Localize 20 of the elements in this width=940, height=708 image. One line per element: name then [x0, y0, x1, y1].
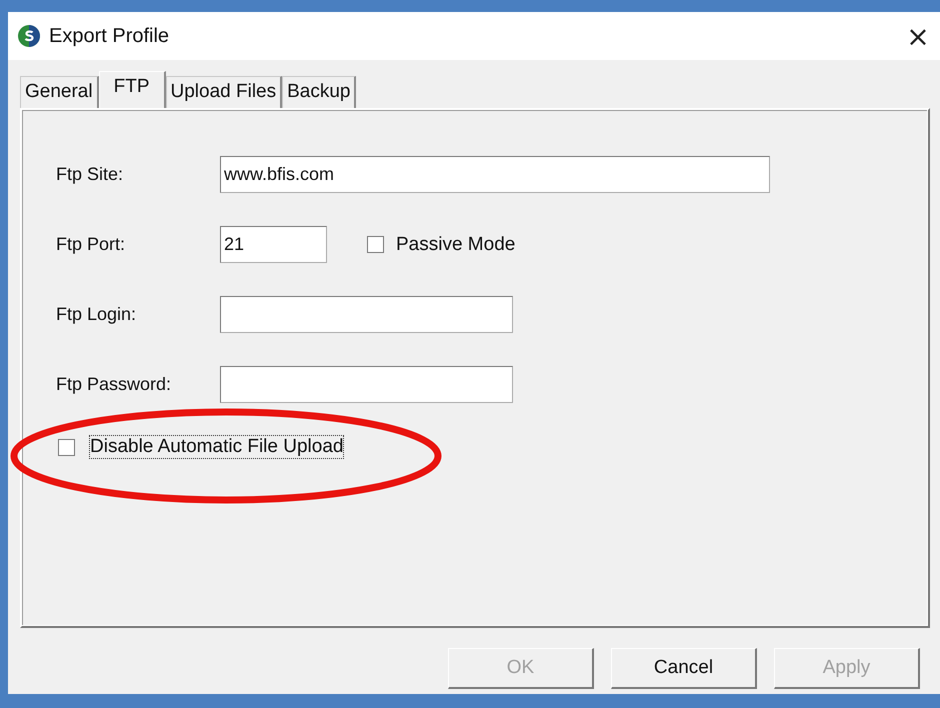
field-label: Ftp Port: — [56, 234, 126, 255]
input-field[interactable]: www.bfis.com — [220, 156, 770, 193]
field-label: Ftp Site: — [56, 164, 124, 185]
tab[interactable]: FTP — [98, 71, 166, 109]
tab[interactable]: Backup — [282, 76, 356, 108]
input-field[interactable]: 21 — [220, 226, 327, 263]
input-field[interactable] — [220, 296, 513, 333]
dialog-button[interactable]: Cancel — [611, 648, 757, 689]
app-logo-icon — [17, 24, 41, 48]
field-label: Ftp Login: — [56, 304, 138, 325]
checkbox[interactable] — [58, 438, 75, 456]
field-label: Ftp Password: — [56, 374, 172, 395]
checkbox[interactable] — [367, 236, 384, 253]
checkbox-label: Disable Automatic File Upload — [90, 436, 344, 458]
checkbox-label: Passive Mode — [396, 234, 516, 256]
input-field[interactable] — [220, 366, 513, 403]
close-button[interactable]: × — [896, 16, 940, 56]
window-title: Export Profile — [49, 24, 170, 48]
tab[interactable]: Upload Files — [166, 76, 282, 108]
tab[interactable]: General — [20, 76, 99, 108]
